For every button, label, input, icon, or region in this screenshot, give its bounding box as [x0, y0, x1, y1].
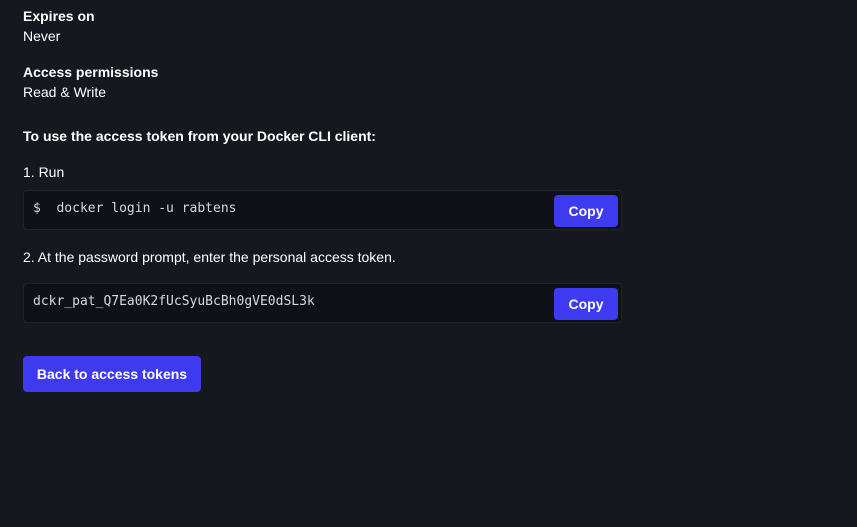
token-box: dckr_pat_Q7Ea0K2fUcSyuBcBh0gVE0dSL3k Cop…	[23, 283, 622, 323]
access-token-value: dckr_pat_Q7Ea0K2fUcSyuBcBh0gVE0dSL3k	[33, 294, 315, 309]
permissions-section: Access permissions Read & Write	[23, 62, 158, 102]
expires-section: Expires on Never	[23, 6, 95, 46]
docker-login-command: $ docker login -u rabtens	[33, 201, 237, 216]
back-to-access-tokens-button[interactable]: Back to access tokens	[23, 356, 201, 392]
step-2-label: 2. At the password prompt, enter the per…	[23, 249, 396, 265]
instructions-heading: To use the access token from your Docker…	[23, 128, 376, 144]
step-1-label: 1. Run	[23, 164, 65, 180]
permissions-label: Access permissions	[23, 64, 159, 80]
copy-command-button[interactable]: Copy	[554, 195, 618, 227]
expires-value: Never	[23, 28, 61, 44]
command-box: $ docker login -u rabtens Copy	[23, 190, 622, 230]
permissions-value: Read & Write	[23, 84, 106, 100]
expires-label: Expires on	[23, 8, 95, 24]
copy-token-button[interactable]: Copy	[554, 288, 618, 320]
